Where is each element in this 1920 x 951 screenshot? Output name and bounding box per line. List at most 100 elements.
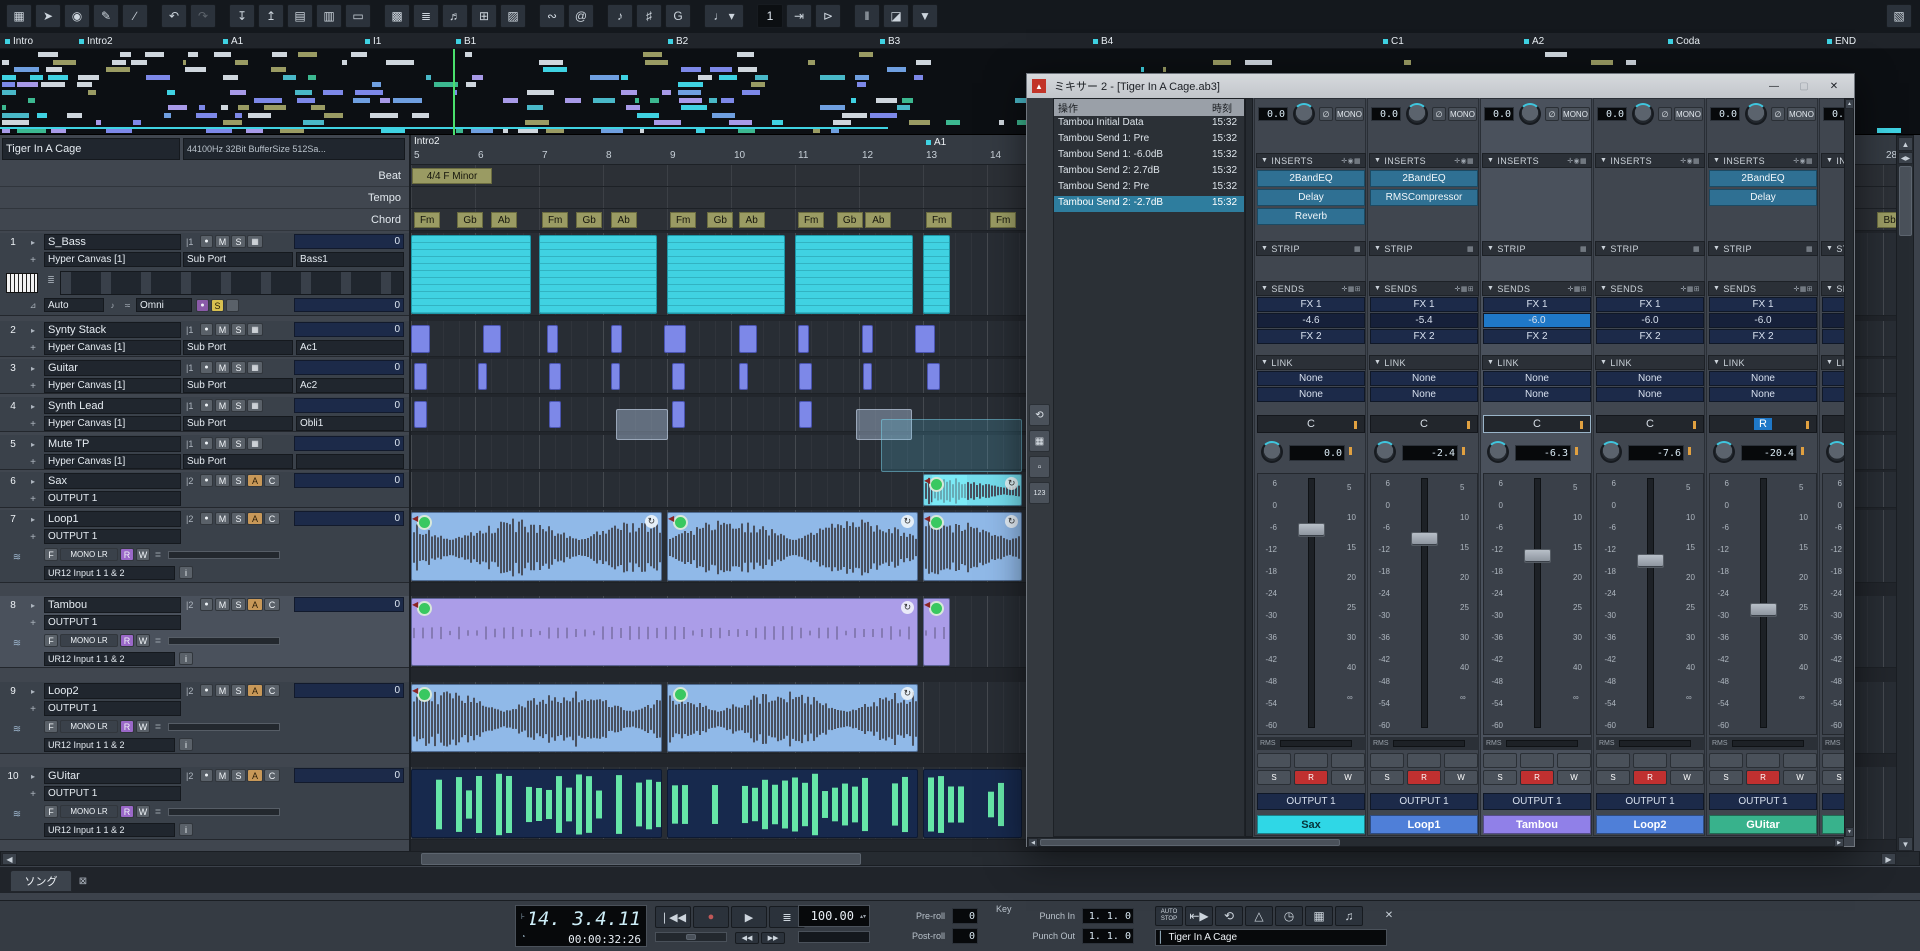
track-delay-value[interactable]: 0: [294, 768, 404, 783]
section-header-sends[interactable]: ▼SENDS✛▦⊞: [1256, 281, 1366, 296]
clip-marker-badge[interactable]: [929, 601, 944, 616]
track-output-icon[interactable]: ▦: [247, 235, 263, 248]
send-fx1-slot[interactable]: FX 1: [1709, 297, 1817, 312]
shuttle-slider[interactable]: [655, 932, 727, 942]
track-expand-plus[interactable]: +: [26, 530, 40, 544]
scroll-left-button[interactable]: ◀: [2, 853, 17, 865]
track-expand-arrow[interactable]: ▸: [26, 235, 40, 249]
groove-icon[interactable]: G: [665, 4, 691, 28]
history-header-operation[interactable]: 操作: [1054, 99, 1210, 116]
track-delay-value[interactable]: 0: [294, 398, 404, 413]
maximize-button[interactable]: ▢: [1790, 77, 1818, 95]
track-comp-button[interactable]: C: [264, 512, 280, 525]
mixer-scroll-up[interactable]: ▲: [1845, 99, 1854, 109]
track-header-Mute TP[interactable]: 5▸Mute TP|1●MS▦0+Hyper Canvas [1]Sub Por…: [0, 435, 409, 470]
link-slot-2[interactable]: None: [1709, 387, 1817, 402]
strip-button-top-2[interactable]: [1557, 753, 1591, 768]
clip-loop-icon[interactable]: ↻: [901, 687, 914, 700]
channel-name-chip[interactable]: [1822, 815, 1844, 834]
chord-chip-Ab[interactable]: Ab: [491, 212, 517, 228]
song-marker-Intro2[interactable]: Intro2: [76, 34, 136, 48]
mixer-title-bar[interactable]: ▲ミキサー 2 - [Tiger In A Cage.ab3]—▢✕: [1027, 74, 1854, 98]
strip-button-S[interactable]: S: [1596, 770, 1630, 785]
grid-tool-icon[interactable]: ▦: [1029, 430, 1050, 452]
channel-name-chip[interactable]: Loop2: [1596, 815, 1704, 834]
insert-slot-Delay[interactable]: Delay: [1709, 189, 1817, 206]
track-solo-button[interactable]: S: [231, 399, 246, 412]
send-fx2-slot[interactable]: FX 2: [1822, 329, 1844, 344]
insert-slot-2BandEQ[interactable]: 2BandEQ: [1257, 170, 1365, 187]
track-expand-arrow[interactable]: ▸: [26, 361, 40, 375]
strip-button-R[interactable]: R: [1633, 770, 1667, 785]
level-knob[interactable]: [1487, 441, 1509, 463]
chord-chip-Fm[interactable]: Fm: [926, 212, 952, 228]
history-row[interactable]: Tambou Send 1: Pre15:32: [1054, 132, 1244, 148]
section-header-icons[interactable]: ▦: [1354, 245, 1361, 253]
midi-clip-track2[interactable]: [411, 325, 430, 353]
section-header-icons[interactable]: ✛◉▦: [1341, 157, 1361, 165]
track-delay-value[interactable]: 0: [294, 473, 404, 488]
section-header-inserts[interactable]: ▼INSERTS✛◉▦: [1821, 153, 1844, 168]
output-assign[interactable]: OUTPUT 1: [1596, 793, 1704, 810]
punch-in-value[interactable]: 1. 1. 0: [1082, 908, 1134, 924]
track-name-field[interactable]: S_Bass: [44, 234, 181, 250]
jump-down-icon[interactable]: ▼: [912, 4, 938, 28]
postroll-row-value[interactable]: 0: [952, 928, 978, 944]
minimize-button[interactable]: —: [1760, 77, 1788, 95]
song-marker-B4[interactable]: B4: [1090, 34, 1150, 48]
write-button[interactable]: W: [136, 548, 150, 561]
play-button[interactable]: ▶: [731, 906, 767, 928]
clip-marker-badge[interactable]: [929, 515, 944, 530]
section-header-icons[interactable]: ✛▦⊞: [1680, 285, 1700, 293]
rewind-button[interactable]: ❘◀◀: [655, 906, 691, 928]
history-row[interactable]: Tambou Send 2: -2.7dB15:32: [1054, 196, 1244, 212]
audio-clip-track7[interactable]: ↻◀: [411, 512, 662, 581]
freeze-button[interactable]: F: [44, 805, 58, 818]
patch-field[interactable]: [296, 454, 404, 469]
audio-clip-track10[interactable]: [411, 769, 662, 838]
strip-button-S[interactable]: S: [1370, 770, 1404, 785]
clip-marker-badge[interactable]: [673, 515, 688, 530]
info-button[interactable]: i: [179, 823, 193, 836]
section-header-icons[interactable]: ✛◉▦: [1793, 157, 1813, 165]
strip-button-top-2[interactable]: [1331, 753, 1365, 768]
freeze-button[interactable]: F: [44, 720, 58, 733]
track-name-field[interactable]: Tambou: [44, 597, 181, 613]
redo-icon[interactable]: ↷: [190, 4, 216, 28]
instrument-field[interactable]: Hyper Canvas [1]: [44, 252, 181, 267]
output-assign[interactable]: OUTPUT 1: [1257, 793, 1365, 810]
midi-clip-track1[interactable]: [795, 235, 913, 314]
project-name-field[interactable]: Tiger In A Cage: [2, 138, 180, 160]
midi-clip-track3[interactable]: [414, 363, 427, 390]
song-marker-B3[interactable]: B3: [877, 34, 937, 48]
song-marker-Intro[interactable]: Intro: [2, 34, 62, 48]
section-header-icons[interactable]: ▦: [1467, 245, 1474, 253]
strip-button-top-0[interactable]: [1370, 753, 1404, 768]
track-solo-button[interactable]: S: [231, 769, 246, 782]
clip-pane-icon[interactable]: ▥: [316, 4, 342, 28]
track-mute-button[interactable]: M: [215, 399, 230, 412]
link-slot-1[interactable]: None: [1822, 371, 1844, 386]
level-meter[interactable]: [168, 551, 280, 559]
track-expand-plus[interactable]: +: [26, 379, 40, 393]
history-row[interactable]: Tambou Send 2: 2.7dB15:32: [1054, 164, 1244, 180]
track-name-field[interactable]: Sax: [44, 473, 181, 489]
strip-button-R[interactable]: R: [1294, 770, 1328, 785]
midi-clip-track2[interactable]: [862, 325, 874, 353]
velocity-icon[interactable]: ♯: [636, 4, 662, 28]
midi-clip-track3[interactable]: [549, 363, 562, 390]
midi-clip-track2[interactable]: [611, 325, 623, 353]
track-solo-button[interactable]: S: [231, 437, 246, 450]
section-header-link[interactable]: ▼LINK: [1821, 355, 1844, 370]
patch-field[interactable]: Obli1: [296, 416, 404, 431]
midi-clip-track3[interactable]: [739, 363, 748, 390]
info-button[interactable]: i: [179, 566, 193, 579]
history-row[interactable]: Tambou Initial Data15:32: [1054, 116, 1244, 132]
midi-clip-track3[interactable]: [927, 363, 940, 390]
position-value[interactable]: 14. 3.4.11: [530, 907, 644, 931]
level-readout[interactable]: 0.0: [1289, 445, 1345, 461]
input-field[interactable]: UR12 Input 1 1 & 2: [44, 566, 175, 580]
chord-chip-Ab[interactable]: Ab: [611, 212, 637, 228]
track-monitor-button[interactable]: ●: [200, 512, 213, 525]
track-output-icon[interactable]: ▦: [247, 437, 263, 450]
